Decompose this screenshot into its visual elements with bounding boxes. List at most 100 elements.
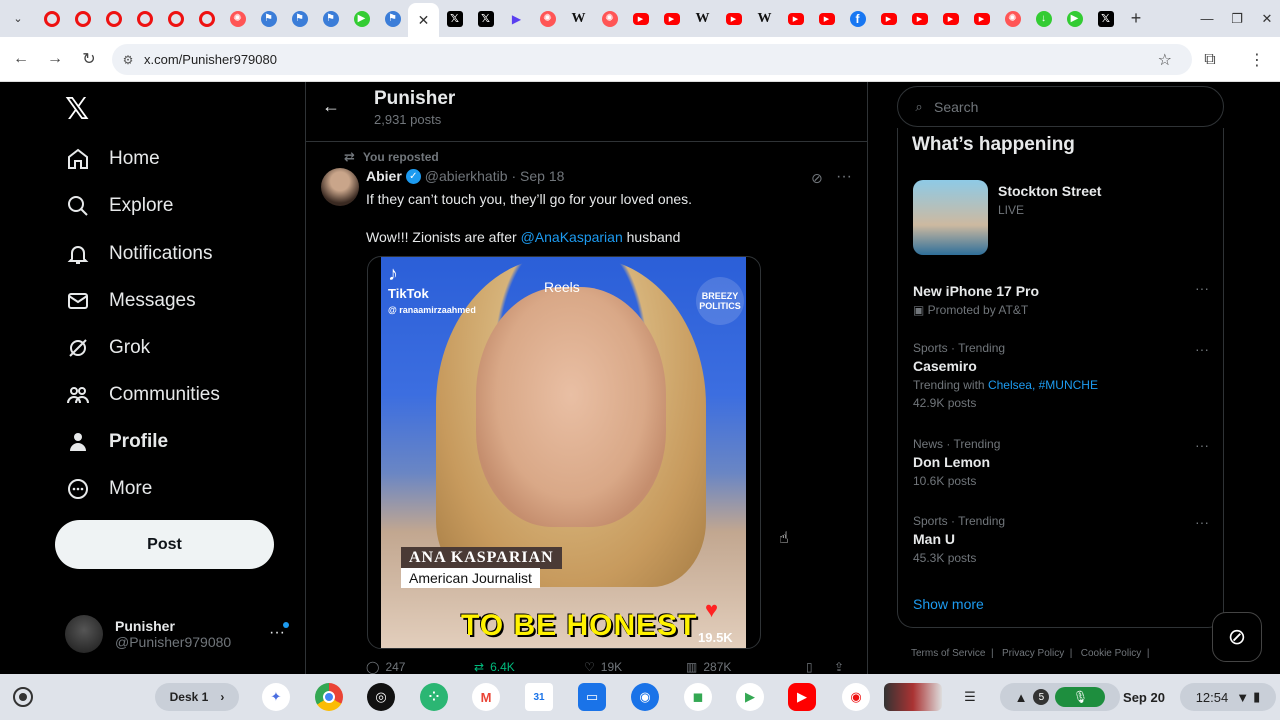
- back-icon[interactable]: ←: [4, 42, 38, 76]
- trend-item[interactable]: New iPhone 17 Pro ▣ Promoted by AT&T ···: [913, 280, 1213, 317]
- browser-tab[interactable]: ⚑: [284, 0, 315, 37]
- browser-tab[interactable]: ▶: [904, 0, 935, 37]
- site-info-icon[interactable]: ⚙: [112, 53, 144, 67]
- browser-tab[interactable]: ▶: [935, 0, 966, 37]
- tote-icon[interactable]: ☰: [956, 683, 984, 711]
- footer-link[interactable]: Privacy Policy: [1002, 648, 1064, 659]
- browser-tab[interactable]: [191, 0, 222, 37]
- like-button[interactable]: ♡ 19K: [584, 660, 686, 674]
- more-icon[interactable]: ···: [1195, 514, 1209, 530]
- trend-item[interactable]: Sports · Trending Casemiro Trending with…: [913, 341, 1213, 410]
- search-box[interactable]: ⌕: [897, 86, 1224, 127]
- trend-item[interactable]: Sports · Trending Man U 45.3K posts ···: [913, 514, 1213, 565]
- browser-tab[interactable]: ▶: [1059, 0, 1090, 37]
- youtube-icon[interactable]: ▶: [788, 683, 816, 711]
- grok-icon[interactable]: ⊘: [811, 170, 823, 187]
- more-icon[interactable]: ···: [1195, 437, 1209, 453]
- reload-icon[interactable]: ↻: [72, 42, 106, 76]
- views-button[interactable]: ▥ 287K: [686, 660, 806, 674]
- browser-tab[interactable]: W: [563, 0, 594, 37]
- browser-tab[interactable]: ✺: [222, 0, 253, 37]
- desk-switcher[interactable]: Desk 1 ›: [155, 683, 239, 711]
- browser-tab[interactable]: ▶: [501, 0, 532, 37]
- footer-link[interactable]: Terms of Service: [911, 648, 985, 659]
- restore-icon[interactable]: ❐: [1222, 0, 1252, 37]
- browser-tab[interactable]: ▶: [718, 0, 749, 37]
- browser-tab[interactable]: f: [842, 0, 873, 37]
- browser-tab[interactable]: ↓: [1028, 0, 1059, 37]
- messages-icon[interactable]: ◉: [631, 683, 659, 711]
- account-switcher[interactable]: Punisher @Punisher979080 ···: [65, 612, 295, 656]
- screen-record-icon[interactable]: ◉: [842, 683, 870, 711]
- nav-notifications[interactable]: Notifications: [65, 231, 213, 277]
- show-more-link[interactable]: Show more: [913, 596, 984, 612]
- nav-profile[interactable]: Profile: [65, 419, 168, 465]
- nav-messages[interactable]: Messages: [65, 278, 196, 324]
- date-label[interactable]: Sep 20: [1118, 683, 1170, 711]
- live-thumbnail[interactable]: [913, 180, 988, 255]
- live-event-title[interactable]: Stockton Street: [998, 183, 1101, 199]
- browser-tab[interactable]: W: [749, 0, 780, 37]
- calendar-icon[interactable]: 31: [525, 683, 553, 711]
- browser-tab[interactable]: [98, 0, 129, 37]
- trend-link[interactable]: Chelsea, #MUNCHE: [988, 378, 1098, 392]
- browser-tab[interactable]: ✺: [532, 0, 563, 37]
- reply-button[interactable]: ◯ 247: [366, 660, 474, 674]
- browser-tab[interactable]: W: [687, 0, 718, 37]
- browser-tab-active[interactable]: ✕: [408, 3, 439, 37]
- gmail-icon[interactable]: M: [472, 683, 500, 711]
- browser-tab[interactable]: ✺: [997, 0, 1028, 37]
- browser-tab[interactable]: [67, 0, 98, 37]
- repost-button[interactable]: ⇄ 6.4K: [474, 660, 584, 674]
- search-input[interactable]: [934, 98, 1204, 115]
- close-tab-icon[interactable]: ✕: [418, 12, 430, 29]
- files-icon[interactable]: ▭: [578, 683, 606, 711]
- nav-grok[interactable]: Grok: [65, 325, 150, 371]
- avatar[interactable]: [321, 168, 359, 206]
- mention-link[interactable]: @AnaKasparian: [521, 229, 623, 245]
- tweet-video[interactable]: ♪ TikTok @ ranaamirzaahmed Reels BREEZY …: [367, 256, 761, 649]
- author-name[interactable]: Abier: [366, 168, 402, 184]
- browser-tab[interactable]: ▶: [656, 0, 687, 37]
- browser-tab[interactable]: [160, 0, 191, 37]
- nav-home[interactable]: Home: [65, 136, 160, 182]
- chrome-icon[interactable]: [315, 683, 343, 711]
- more-icon[interactable]: ···: [836, 168, 852, 186]
- app-thumbnail[interactable]: [884, 683, 942, 711]
- bookmark-star-icon[interactable]: ☆: [1158, 50, 1172, 70]
- browser-tab[interactable]: ⚑: [315, 0, 346, 37]
- close-window-icon[interactable]: ✕: [1252, 0, 1280, 37]
- browser-tab[interactable]: ▶: [873, 0, 904, 37]
- browser-tab[interactable]: 𝕏: [1090, 0, 1121, 37]
- author-handle[interactable]: @abierkhatib: [425, 168, 508, 184]
- launcher-icon[interactable]: [13, 687, 33, 707]
- nav-explore[interactable]: Explore: [65, 183, 173, 229]
- browser-tab[interactable]: ▶: [625, 0, 656, 37]
- nav-more[interactable]: More: [65, 466, 152, 512]
- browser-tab[interactable]: 𝕏: [439, 0, 470, 37]
- browser-tab[interactable]: ▶: [780, 0, 811, 37]
- x-logo-icon[interactable]: 𝕏: [65, 92, 89, 127]
- tab-search-chevron-icon[interactable]: ⌄: [0, 0, 36, 37]
- gemini-icon[interactable]: ✦: [262, 683, 290, 711]
- meet-icon[interactable]: ◼: [684, 683, 712, 711]
- browser-tab[interactable]: ⚑: [253, 0, 284, 37]
- extensions-icon[interactable]: ⧉: [1193, 43, 1227, 77]
- browser-tab[interactable]: [36, 0, 67, 37]
- browser-tab[interactable]: ⚑: [377, 0, 408, 37]
- more-icon[interactable]: ···: [1195, 280, 1209, 296]
- grok-floating-button[interactable]: ⊘: [1212, 612, 1262, 662]
- browser-tab[interactable]: ✺: [594, 0, 625, 37]
- status-tray[interactable]: ▲ 5 🎙: [1000, 683, 1120, 711]
- clock-tray[interactable]: 12:54 ▼ ▮: [1180, 683, 1276, 711]
- browser-tab[interactable]: ▶: [346, 0, 377, 37]
- browser-tab[interactable]: ▶: [811, 0, 842, 37]
- post-button[interactable]: Post: [55, 520, 274, 569]
- browser-tab[interactable]: 𝕏: [470, 0, 501, 37]
- minimize-icon[interactable]: —: [1192, 0, 1222, 37]
- app-icon[interactable]: ◎: [367, 683, 395, 711]
- back-arrow-icon[interactable]: ←: [322, 96, 340, 117]
- nav-communities[interactable]: Communities: [65, 372, 220, 418]
- new-tab-button[interactable]: +: [1121, 8, 1151, 29]
- play-store-icon[interactable]: ▶: [736, 683, 764, 711]
